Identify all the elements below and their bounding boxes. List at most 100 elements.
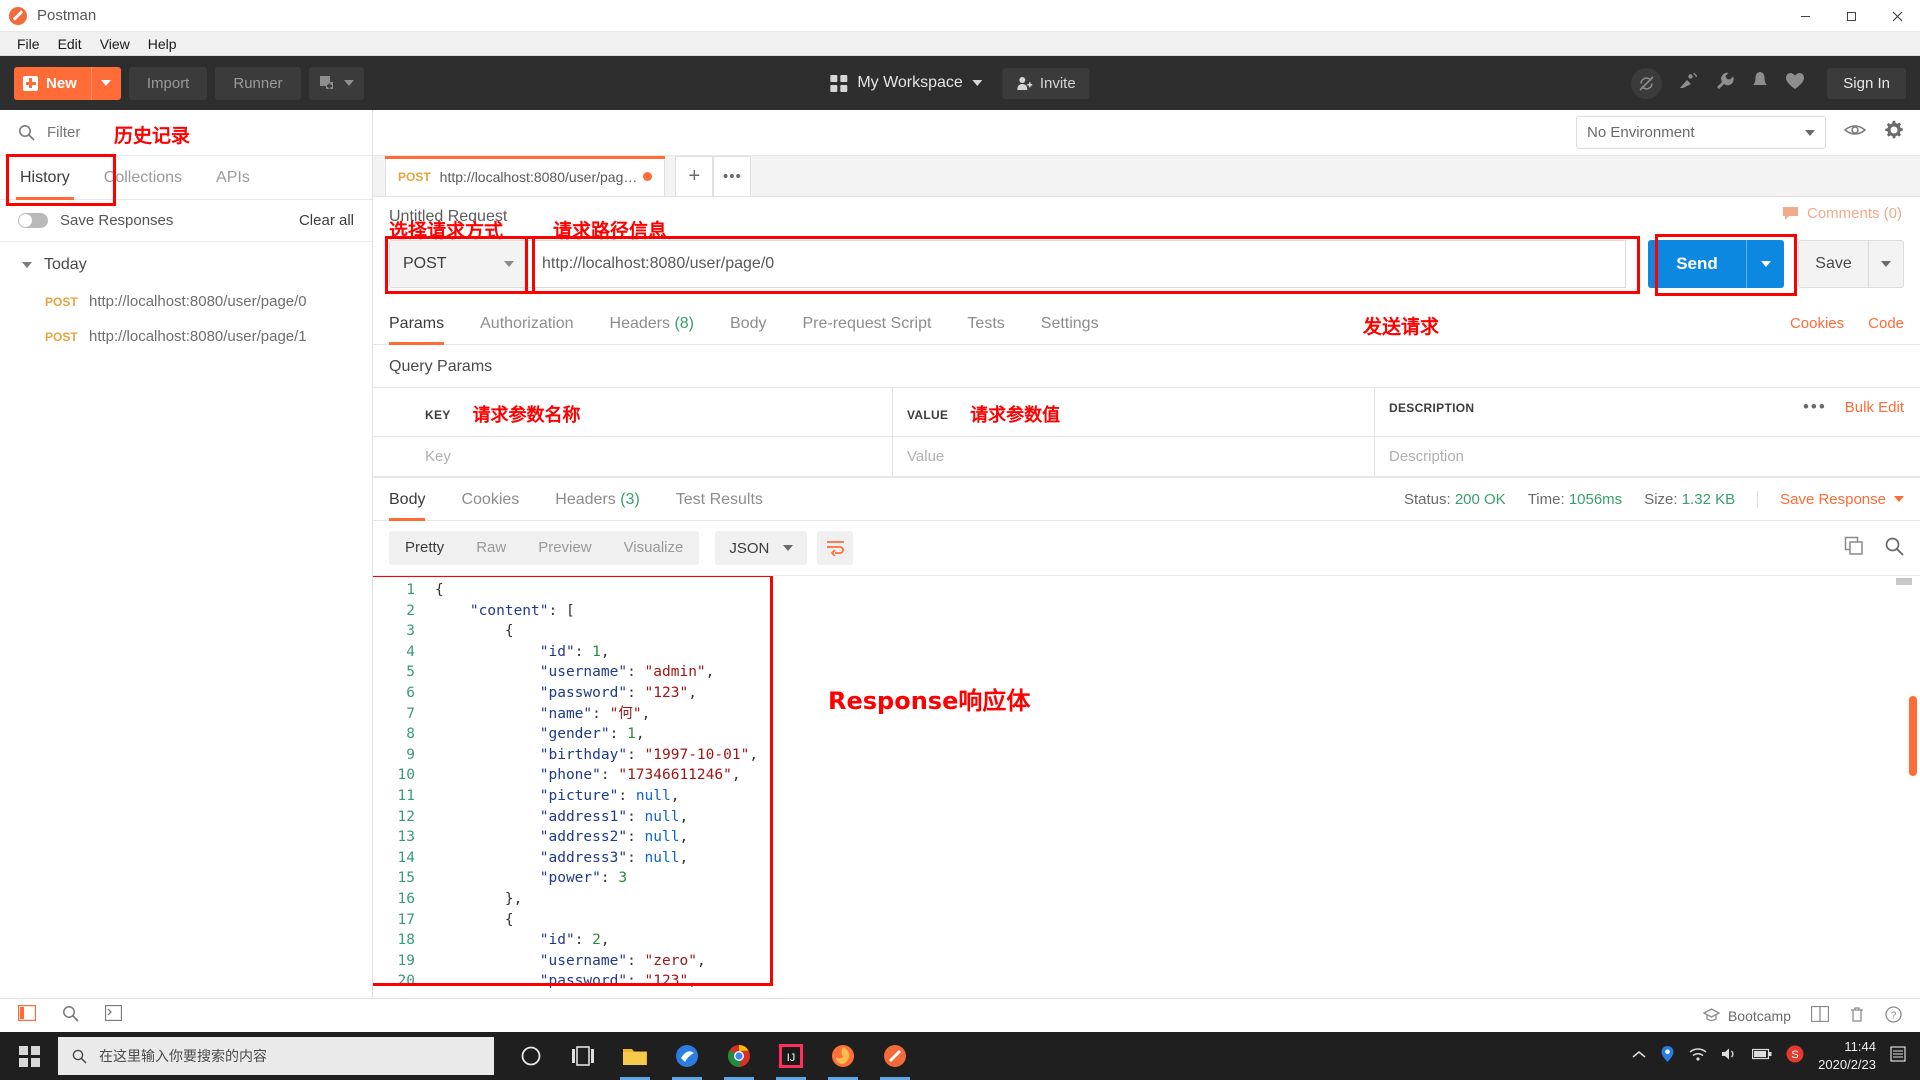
response-tab-test-results[interactable]: Test Results — [676, 478, 763, 520]
cookies-link[interactable]: Cookies — [1790, 315, 1844, 332]
response-tab-body[interactable]: Body — [389, 478, 426, 521]
firefox-icon[interactable] — [820, 1032, 866, 1080]
gear-icon[interactable] — [1884, 120, 1904, 145]
trash-icon[interactable] — [1849, 1006, 1865, 1026]
json-code[interactable]: { "content": [ { "id": 1, "username": "a… — [427, 576, 1920, 998]
environment-select[interactable]: No Environment — [1576, 116, 1826, 149]
menu-help[interactable]: Help — [139, 34, 186, 54]
filter-input[interactable] — [47, 124, 354, 141]
sync-off-icon[interactable] — [1631, 67, 1663, 99]
url-input[interactable] — [528, 240, 1626, 288]
tab-pre-request-script[interactable]: Pre-request Script — [802, 302, 931, 344]
menu-file[interactable]: File — [8, 34, 49, 54]
response-body-viewer[interactable]: 1 2 3 4 5 6 7 8 9 10 11 12 13 14 15 16 17 18 19 20 { "conte… — [373, 575, 1920, 998]
help-icon[interactable]: ? — [1885, 1005, 1902, 1026]
workspace-selector[interactable]: My Workspace Invite — [830, 67, 1090, 99]
sidebar-tab-collections[interactable]: Collections — [104, 156, 182, 199]
taskbar-search[interactable]: 在这里输入你要搜索的内容 — [58, 1037, 494, 1075]
new-button[interactable]: New — [14, 66, 121, 100]
taskbar-app-icons: IJ — [508, 1032, 918, 1080]
new-tab-button[interactable]: + — [675, 156, 714, 196]
import-button[interactable]: Import — [128, 66, 208, 100]
status-value: 200 OK — [1454, 490, 1506, 508]
sidebar-toggle-icon[interactable] — [17, 1004, 37, 1026]
sidebar-tab-apis[interactable]: APIs — [216, 156, 250, 199]
chrome-icon[interactable] — [716, 1032, 762, 1080]
save-button[interactable]: Save — [1798, 240, 1868, 288]
request-tab[interactable]: POST http://localhost:8080/user/pag… — [385, 156, 666, 196]
tab-tests[interactable]: Tests — [967, 302, 1004, 344]
layout-icon[interactable] — [1810, 1005, 1830, 1025]
tab-settings[interactable]: Settings — [1041, 302, 1099, 344]
task-view-icon[interactable] — [560, 1032, 606, 1080]
method-select[interactable]: POST — [389, 240, 528, 288]
tab-authorization[interactable]: Authorization — [480, 302, 573, 344]
clear-all-button[interactable]: Clear all — [299, 212, 354, 229]
tray-expand-icon[interactable] — [1632, 1047, 1646, 1065]
send-options-button[interactable] — [1746, 240, 1784, 288]
battery-icon[interactable] — [1752, 1047, 1772, 1065]
wrench-icon[interactable] — [1715, 71, 1735, 96]
postman-taskbar-icon[interactable] — [872, 1032, 918, 1080]
vertical-scrollbar[interactable] — [1909, 696, 1917, 776]
history-group-today[interactable]: Today — [0, 242, 372, 284]
tab-options-button[interactable]: ••• — [713, 156, 752, 196]
maximize-button[interactable] — [1828, 0, 1874, 32]
view-mode-visualize[interactable]: Visualize — [608, 531, 700, 565]
save-options-button[interactable] — [1868, 240, 1904, 288]
close-button[interactable] — [1874, 0, 1920, 32]
heart-icon[interactable] — [1785, 72, 1805, 95]
invite-button[interactable]: Invite — [1001, 67, 1090, 99]
save-response-button[interactable]: Save Response — [1757, 490, 1904, 508]
history-item[interactable]: POST http://localhost:8080/user/page/0 — [0, 284, 372, 319]
row-checkbox-cell[interactable] — [373, 437, 411, 476]
minimize-button[interactable] — [1782, 0, 1828, 32]
bootcamp-button[interactable]: Bootcamp — [1702, 1008, 1791, 1024]
satellite-icon[interactable] — [1678, 71, 1699, 96]
sogou-icon[interactable]: S — [1786, 1045, 1804, 1068]
network-icon[interactable] — [1689, 1047, 1707, 1066]
find-icon[interactable] — [62, 1005, 79, 1027]
comments-button[interactable]: Comments (0) — [1782, 205, 1902, 222]
menu-view[interactable]: View — [91, 34, 139, 54]
bell-icon[interactable] — [1751, 71, 1769, 96]
volume-icon[interactable] — [1721, 1047, 1738, 1066]
bulk-edit-button[interactable]: Bulk Edit — [1845, 399, 1904, 416]
history-item[interactable]: POST http://localhost:8080/user/page/1 — [0, 319, 372, 354]
response-tab-cookies[interactable]: Cookies — [461, 478, 519, 520]
tab-body[interactable]: Body — [730, 302, 766, 344]
copy-icon[interactable] — [1844, 536, 1864, 561]
response-tabs: Body Cookies Headers (3) Test Results St… — [373, 477, 1920, 521]
start-button[interactable] — [0, 1032, 58, 1080]
tab-headers[interactable]: Headers (8) — [610, 302, 695, 344]
idea-icon[interactable]: IJ — [768, 1032, 814, 1080]
browser-blue-icon[interactable] — [664, 1032, 710, 1080]
table-more-button[interactable]: ••• — [1803, 397, 1827, 417]
new-dropdown-caret[interactable] — [90, 66, 121, 100]
save-responses-toggle[interactable] — [18, 213, 48, 228]
sidebar-tab-history[interactable]: History — [16, 156, 74, 200]
notifications-icon[interactable] — [1890, 1045, 1906, 1067]
eye-icon[interactable] — [1843, 122, 1867, 143]
menu-edit[interactable]: Edit — [49, 34, 91, 54]
view-mode-raw[interactable]: Raw — [460, 531, 522, 565]
file-explorer-icon[interactable] — [612, 1032, 658, 1080]
location-icon[interactable] — [1660, 1045, 1675, 1068]
code-link[interactable]: Code — [1868, 315, 1904, 332]
runner-button[interactable]: Runner — [215, 66, 301, 100]
response-tab-headers[interactable]: Headers (3) — [555, 478, 640, 520]
console-icon[interactable] — [104, 1004, 123, 1026]
sign-in-button[interactable]: Sign In — [1827, 67, 1906, 99]
view-mode-preview[interactable]: Preview — [522, 531, 607, 565]
format-select[interactable]: JSON — [715, 531, 808, 565]
horizontal-scrollbar[interactable] — [1896, 578, 1912, 585]
view-mode-pretty[interactable]: Pretty — [389, 531, 460, 565]
new-window-button[interactable] — [308, 66, 364, 100]
taskbar-clock[interactable]: 11:44 2020/2/23 — [1818, 1038, 1876, 1073]
search-icon[interactable] — [1884, 536, 1904, 561]
word-wrap-icon[interactable] — [817, 531, 854, 565]
line-number: 15 — [397, 870, 415, 887]
tab-params[interactable]: Params — [389, 302, 445, 345]
cortana-icon[interactable] — [508, 1032, 554, 1080]
send-button[interactable]: Send — [1648, 240, 1746, 288]
